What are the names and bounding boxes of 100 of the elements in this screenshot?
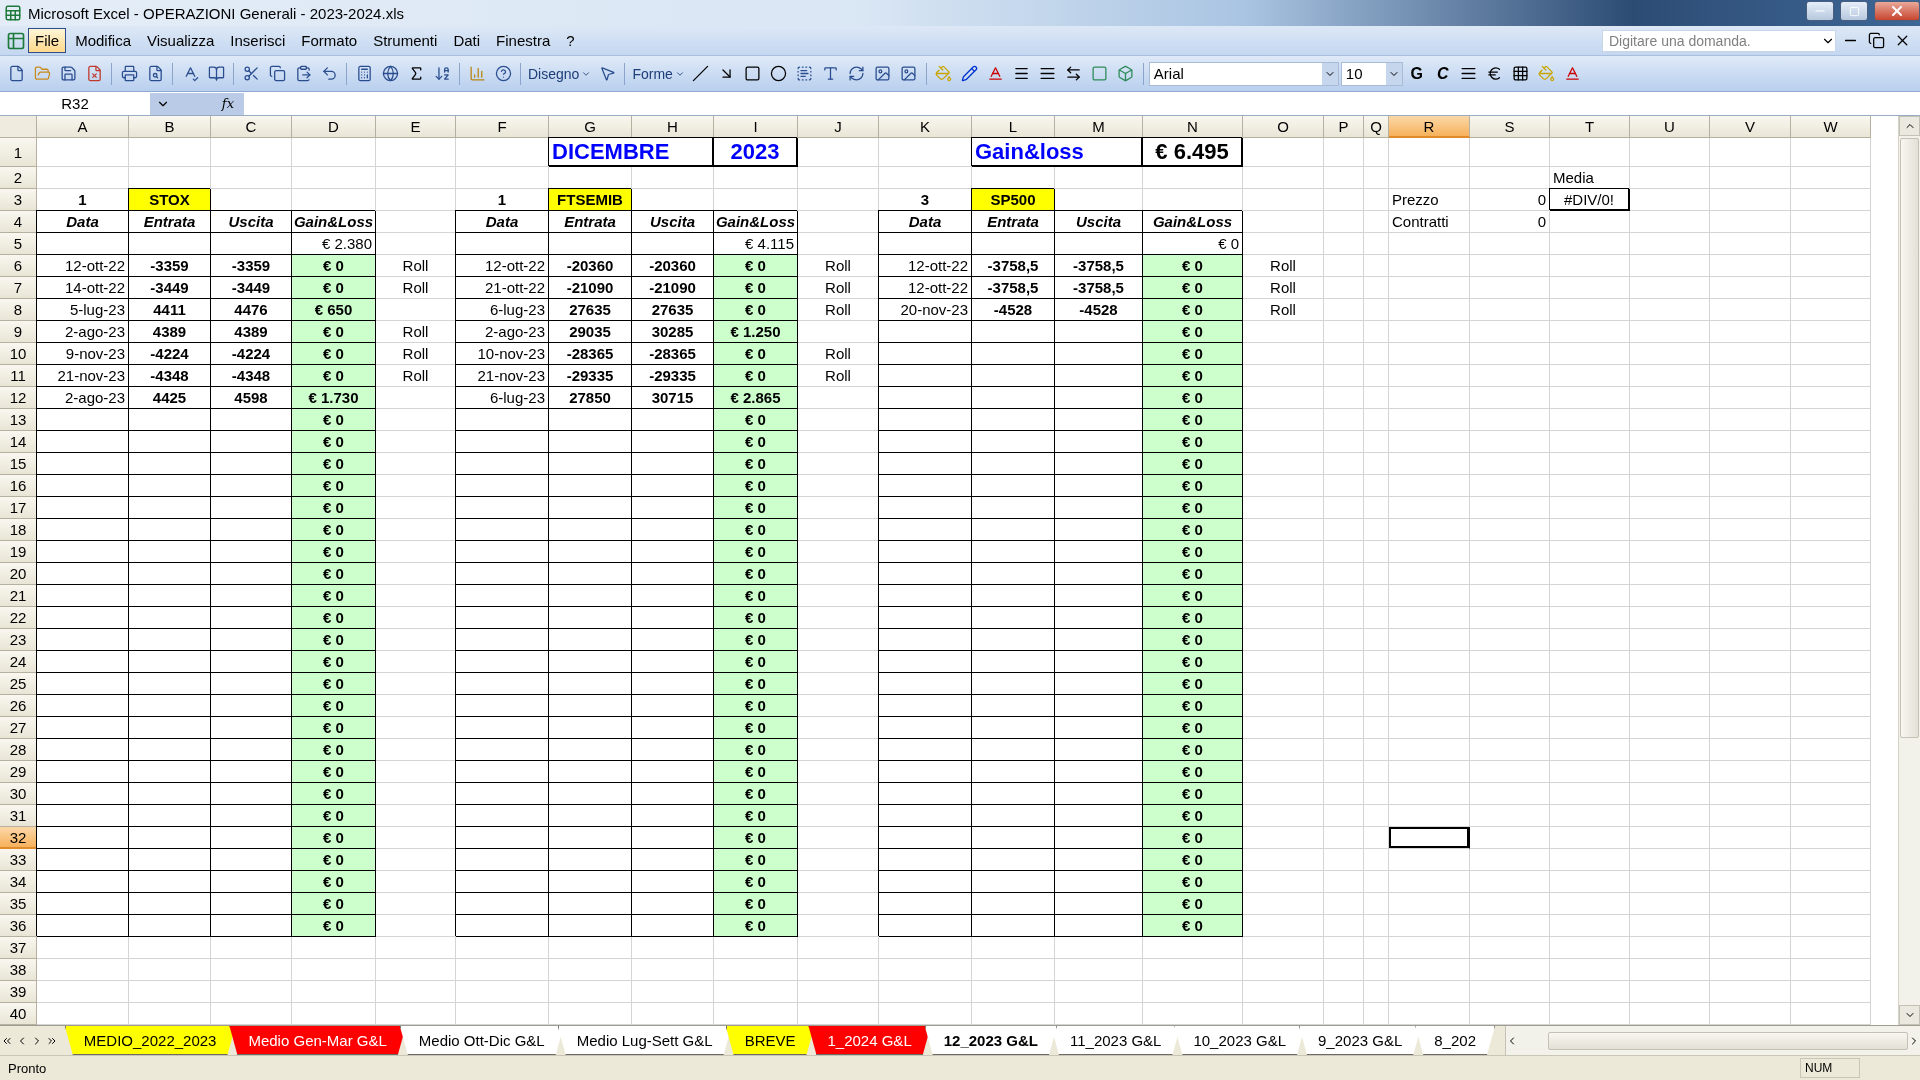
cut-icon[interactable] — [242, 65, 260, 82]
dropdown-button[interactable] — [1321, 62, 1338, 85]
open-folder-icon[interactable] — [33, 65, 51, 82]
column-header[interactable]: C — [211, 116, 292, 138]
row-header[interactable]: 16 — [0, 475, 37, 497]
row-header[interactable]: 12 — [0, 387, 37, 409]
maximize-button[interactable] — [1840, 1, 1868, 21]
menu-item[interactable]: File — [28, 28, 67, 53]
column-header[interactable]: I — [714, 116, 798, 138]
row-header[interactable]: 5 — [0, 233, 37, 255]
row-header[interactable]: 26 — [0, 695, 37, 717]
row-header[interactable]: 10 — [0, 343, 37, 365]
menu-item[interactable]: Finestra — [489, 28, 558, 53]
text-box-icon[interactable] — [796, 65, 814, 82]
fill-color-icon[interactable] — [935, 65, 953, 82]
row-header[interactable]: 22 — [0, 607, 37, 629]
shapes-menu[interactable]: Forme — [630, 60, 687, 87]
selected-cell[interactable] — [1389, 827, 1470, 849]
row-header[interactable]: 38 — [0, 959, 37, 981]
sort-icon[interactable] — [433, 65, 451, 82]
row-header[interactable]: 30 — [0, 783, 37, 805]
menu-item[interactable]: Strumenti — [366, 28, 445, 53]
3d-icon[interactable] — [1117, 65, 1135, 82]
column-header[interactable]: H — [632, 116, 714, 138]
undo-icon[interactable] — [320, 65, 338, 82]
row-header[interactable]: 11 — [0, 365, 37, 387]
menu-item[interactable]: Inserisci — [223, 28, 293, 53]
menu-item[interactable]: Dati — [446, 28, 488, 53]
font-color-icon[interactable] — [987, 65, 1005, 82]
menu-item[interactable]: Modifica — [68, 28, 139, 53]
row-header[interactable]: 7 — [0, 277, 37, 299]
printer-icon[interactable] — [120, 65, 138, 82]
column-header[interactable]: Q — [1364, 116, 1389, 138]
close-button[interactable] — [1874, 1, 1920, 21]
select-all-button[interactable] — [0, 116, 37, 138]
row-header[interactable]: 37 — [0, 937, 37, 959]
draw-menu[interactable]: Disegno — [526, 60, 594, 87]
column-header[interactable]: F — [456, 116, 549, 138]
row-header[interactable]: 8 — [0, 299, 37, 321]
column-header[interactable]: U — [1630, 116, 1710, 138]
rectangle-icon[interactable] — [744, 65, 762, 82]
bold-button[interactable]: G — [1404, 60, 1429, 87]
ellipse-icon[interactable] — [770, 65, 788, 82]
row-header[interactable]: 35 — [0, 893, 37, 915]
row-header[interactable]: 3 — [0, 189, 37, 211]
column-header[interactable]: D — [292, 116, 376, 138]
column-header[interactable]: T — [1550, 116, 1630, 138]
row-header[interactable]: 29 — [0, 761, 37, 783]
menu-item[interactable]: ? — [559, 28, 582, 53]
scroll-thumb[interactable] — [1900, 138, 1919, 738]
line-icon[interactable] — [692, 65, 710, 82]
column-header[interactable]: M — [1055, 116, 1143, 138]
row-header[interactable]: 6 — [0, 255, 37, 277]
row-header[interactable]: 15 — [0, 453, 37, 475]
row-header[interactable]: 18 — [0, 519, 37, 541]
column-header[interactable]: E — [376, 116, 456, 138]
row-header[interactable]: 32 — [0, 827, 37, 849]
dropdown-button[interactable] — [150, 92, 176, 115]
row-header[interactable]: 1 — [0, 138, 37, 167]
row-header[interactable]: 39 — [0, 981, 37, 1003]
restore-workbook-icon[interactable] — [1867, 32, 1885, 49]
row-header[interactable]: 28 — [0, 739, 37, 761]
column-header[interactable]: J — [798, 116, 879, 138]
sheet-tab[interactable]: 8_202 — [1415, 1026, 1495, 1055]
row-header[interactable]: 14 — [0, 431, 37, 453]
paste-icon[interactable] — [294, 65, 312, 82]
line-color-icon[interactable] — [961, 65, 979, 82]
close-icon[interactable] — [1889, 3, 1905, 19]
row-header[interactable]: 25 — [0, 673, 37, 695]
fill-icon[interactable] — [1538, 65, 1556, 82]
row-header[interactable]: 27 — [0, 717, 37, 739]
row-header[interactable]: 2 — [0, 167, 37, 189]
line-style-icon[interactable] — [1013, 65, 1031, 82]
help-icon[interactable] — [494, 65, 512, 82]
column-header[interactable]: G — [549, 116, 632, 138]
chart-icon[interactable] — [468, 65, 486, 82]
row-header[interactable]: 40 — [0, 1003, 37, 1025]
column-header[interactable]: N — [1143, 116, 1243, 138]
copy-icon[interactable] — [268, 65, 286, 82]
column-header[interactable]: R — [1389, 116, 1470, 138]
print-preview-icon[interactable] — [146, 65, 164, 82]
column-header[interactable]: B — [129, 116, 211, 138]
borders-icon[interactable] — [1512, 65, 1530, 82]
row-header[interactable]: 17 — [0, 497, 37, 519]
menu-item[interactable]: Visualizza — [140, 28, 222, 53]
save-icon[interactable] — [59, 65, 77, 82]
help-search-field[interactable]: Digitare una domanda. — [1602, 29, 1836, 52]
horizontal-scroll-thumb[interactable] — [1548, 1031, 1908, 1050]
row-header[interactable]: 33 — [0, 849, 37, 871]
menu-item[interactable]: Formato — [294, 28, 365, 53]
row-header[interactable]: 31 — [0, 805, 37, 827]
italic-button[interactable]: C — [1430, 60, 1455, 87]
column-header[interactable]: L — [972, 116, 1055, 138]
column-header[interactable]: V — [1710, 116, 1791, 138]
row-header[interactable]: 4 — [0, 211, 37, 233]
hyperlink-icon[interactable] — [381, 65, 399, 82]
column-header[interactable]: O — [1243, 116, 1324, 138]
dropdown-button[interactable] — [1385, 62, 1402, 85]
minimize-button[interactable] — [1806, 1, 1834, 21]
row-header[interactable]: 36 — [0, 915, 37, 937]
